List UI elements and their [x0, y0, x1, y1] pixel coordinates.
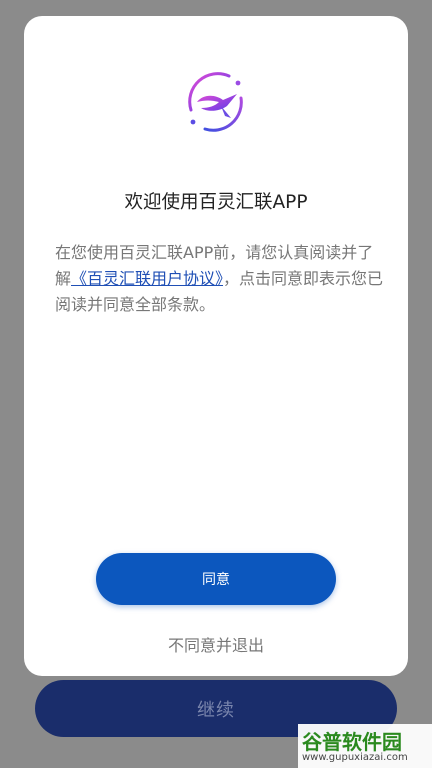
- watermark-brand: 谷普软件园: [302, 730, 402, 754]
- agree-button-label: 同意: [202, 572, 230, 588]
- dialog-title: 欢迎使用百灵汇联APP: [124, 192, 308, 213]
- decline-and-exit-link[interactable]: 不同意并退出: [24, 632, 408, 656]
- site-watermark: 谷普软件园 www.gupuxiazai.com: [298, 724, 432, 768]
- continue-button-label: 继续: [197, 699, 235, 721]
- privacy-dialog: 欢迎使用百灵汇联APP 在您使用百灵汇联APP前，请您认真阅读并了解《百灵汇联用…: [24, 16, 408, 676]
- bird-logo-icon: [188, 72, 243, 132]
- watermark-url: www.gupuxiazai.com: [302, 752, 408, 763]
- dialog-body: 在您使用百灵汇联APP前，请您认真阅读并了解《百灵汇联用户协议》，点击同意即表示…: [55, 240, 385, 318]
- user-agreement-link[interactable]: 《百灵汇联用户协议》: [71, 269, 223, 288]
- agree-button[interactable]: 同意: [96, 553, 336, 605]
